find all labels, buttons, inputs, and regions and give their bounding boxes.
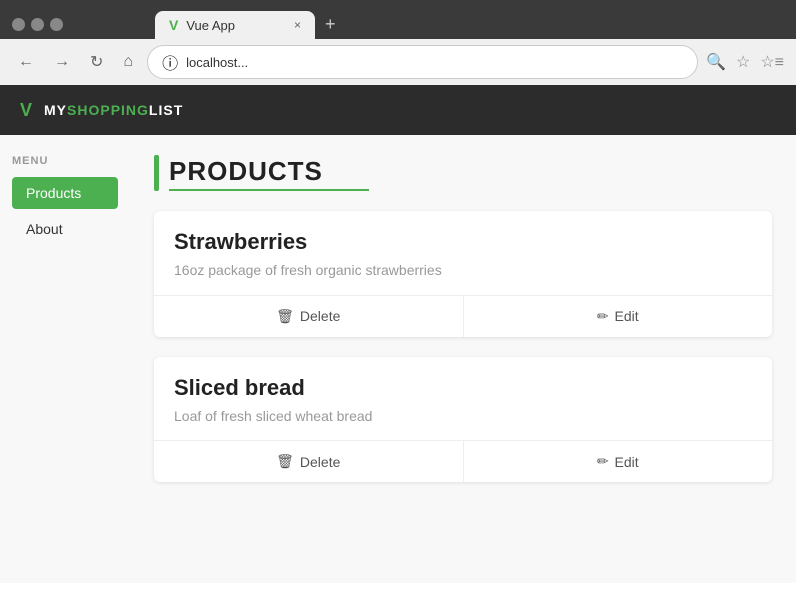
product-info: Sliced bread Loaf of fresh sliced wheat …	[154, 357, 772, 441]
title-accent	[154, 155, 159, 191]
bookmarks-bar-icon[interactable]: ☆≡	[760, 52, 784, 72]
maximize-button[interactable]	[50, 18, 63, 31]
trash-icon: 🗑	[276, 453, 294, 470]
app-header: V MYSHOPPINGLIST	[0, 85, 796, 135]
tab-close-button[interactable]: ×	[294, 18, 301, 32]
info-icon: ⓘ	[162, 50, 178, 74]
delete-label: Delete	[300, 308, 340, 324]
page-title-wrapper: PRODUCTS	[154, 155, 772, 191]
sidebar-label: MENU	[12, 155, 118, 167]
sidebar: MENU Products About	[0, 135, 130, 583]
address-bar[interactable]: ⓘ localhost...	[147, 45, 698, 79]
home-button[interactable]: ⌂	[117, 51, 139, 73]
edit-icon: ✏	[597, 308, 609, 325]
product-actions: 🗑 Delete ✏ Edit	[154, 295, 772, 337]
product-card: Sliced bread Loaf of fresh sliced wheat …	[154, 357, 772, 483]
delete-label: Delete	[300, 454, 340, 470]
sidebar-item-products[interactable]: Products	[12, 177, 118, 209]
traffic-lights	[12, 18, 63, 31]
app-title: MYSHOPPINGLIST	[44, 102, 183, 118]
edit-label: Edit	[615, 308, 639, 324]
edit-label: Edit	[615, 454, 639, 470]
product-actions: 🗑 Delete ✏ Edit	[154, 440, 772, 482]
refresh-button[interactable]: ↻	[84, 50, 109, 74]
page-title: PRODUCTS	[169, 156, 369, 187]
new-tab-button[interactable]: +	[315, 10, 346, 39]
edit-icon: ✏	[597, 453, 609, 470]
sidebar-item-about[interactable]: About	[12, 213, 118, 245]
minimize-button[interactable]	[31, 18, 44, 31]
product-description: Loaf of fresh sliced wheat bread	[174, 407, 752, 427]
delete-button[interactable]: 🗑 Delete	[154, 441, 464, 482]
back-button[interactable]: ←	[12, 51, 40, 73]
browser-chrome: V Vue App × + ← → ↻ ⌂ ⓘ localhost... 🔍 ☆…	[0, 0, 796, 85]
title-underline	[169, 189, 369, 191]
product-card: Strawberries 16oz package of fresh organ…	[154, 211, 772, 337]
nav-icons: 🔍 ☆ ☆≡	[706, 52, 784, 72]
delete-button[interactable]: 🗑 Delete	[154, 296, 464, 337]
tab-title: Vue App	[186, 18, 286, 33]
bookmark-icon[interactable]: ☆	[736, 52, 750, 72]
nav-bar: ← → ↻ ⌂ ⓘ localhost... 🔍 ☆ ☆≡	[0, 39, 796, 85]
close-button[interactable]	[12, 18, 25, 31]
edit-button[interactable]: ✏ Edit	[464, 296, 773, 337]
app-title-list: LIST	[149, 102, 183, 118]
search-icon[interactable]: 🔍	[706, 52, 726, 72]
active-tab[interactable]: V Vue App ×	[155, 11, 315, 39]
address-text: localhost...	[186, 55, 248, 70]
app-title-my: MY	[44, 102, 67, 118]
product-info: Strawberries 16oz package of fresh organ…	[154, 211, 772, 295]
app-body: MENU Products About PRODUCTS Strawberrie…	[0, 135, 796, 583]
tabs-bar: V Vue App × +	[75, 10, 346, 39]
app-title-shopping: SHOPPING	[67, 102, 149, 118]
tab-favicon: V	[169, 17, 178, 33]
forward-button[interactable]: →	[48, 51, 76, 73]
edit-button[interactable]: ✏ Edit	[464, 441, 773, 482]
trash-icon: 🗑	[276, 308, 294, 325]
product-name: Sliced bread	[174, 375, 752, 401]
vue-logo: V	[20, 100, 32, 121]
product-name: Strawberries	[174, 229, 752, 255]
product-description: 16oz package of fresh organic strawberri…	[174, 261, 752, 281]
main-content: PRODUCTS Strawberries 16oz package of fr…	[130, 135, 796, 583]
title-bar: V Vue App × +	[0, 0, 796, 39]
